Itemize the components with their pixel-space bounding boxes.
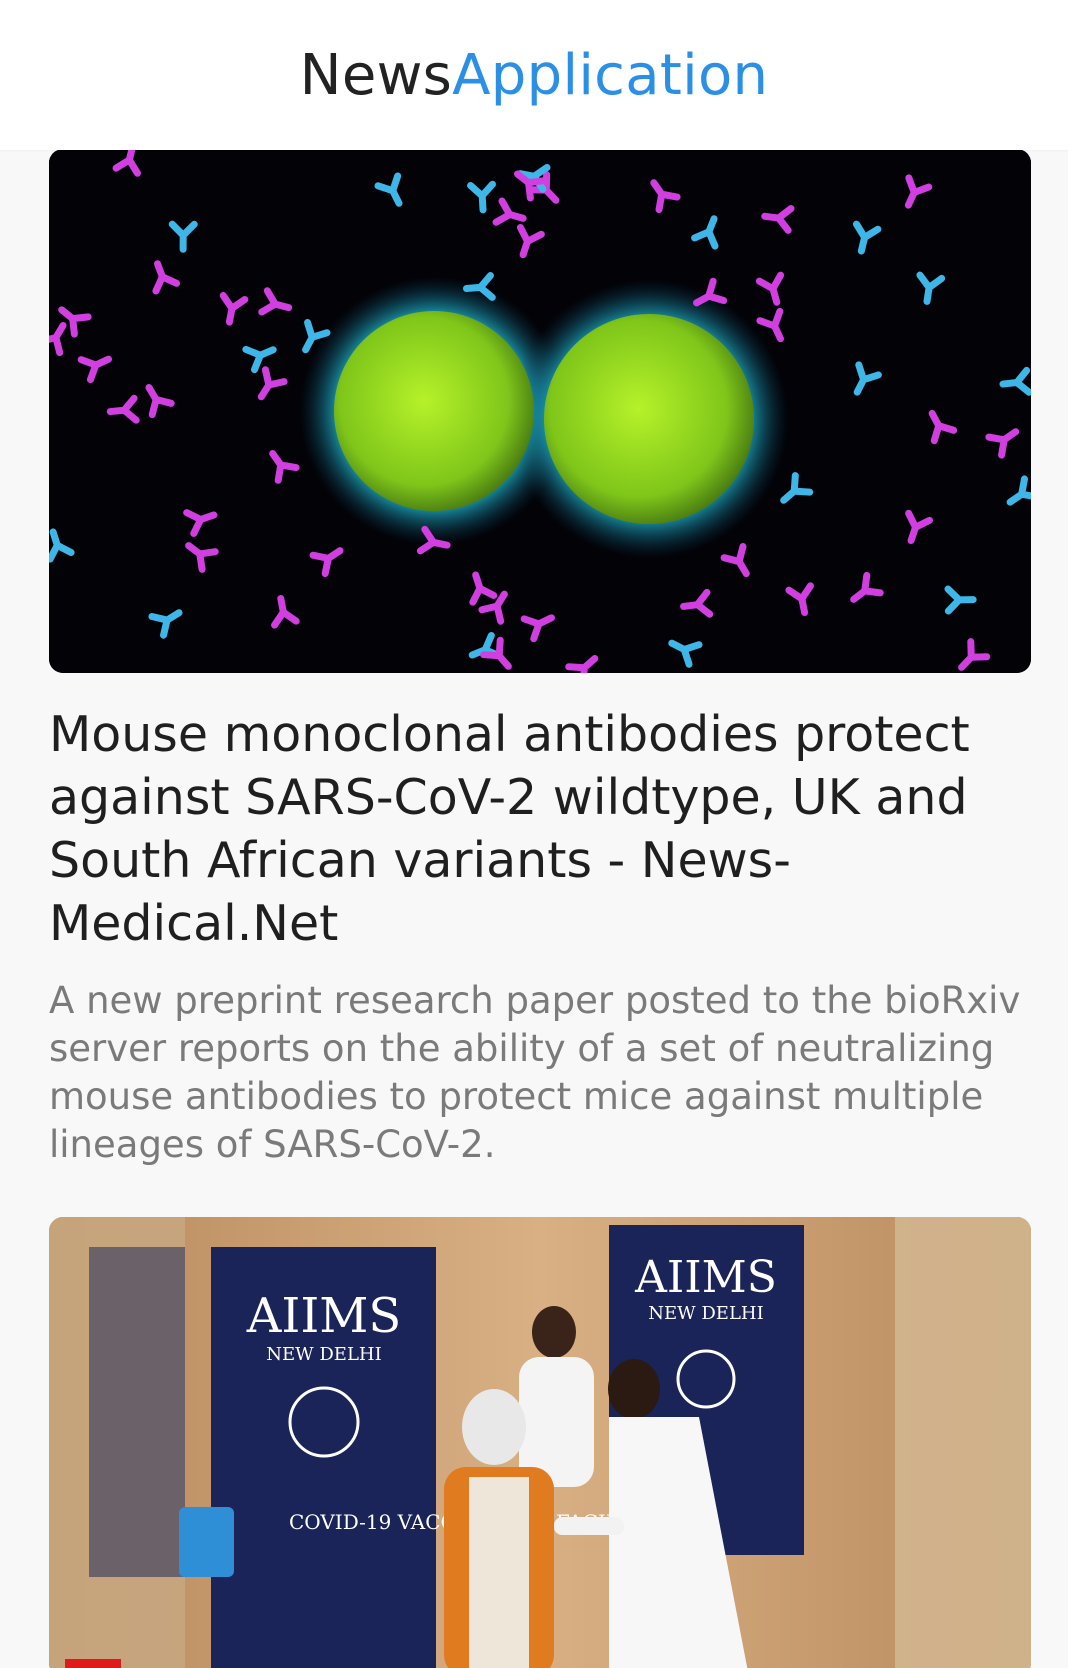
source-logo — [65, 1659, 121, 1668]
article-card[interactable]: AIIMS NEW DELHI COVID-19 VACCINATION FAC… — [49, 1217, 1031, 1668]
banner-left-sub: NEW DELHI — [266, 1344, 381, 1365]
banner-right-sub: NEW DELHI — [648, 1303, 763, 1324]
banner-right-title: AIIMS — [634, 1252, 777, 1303]
app-title-application: Application — [452, 42, 769, 108]
article-card[interactable]: Mouse monoclonal antibodies protect agai… — [49, 150, 1031, 1169]
article-title[interactable]: Mouse monoclonal antibodies protect agai… — [49, 703, 1031, 955]
article-image[interactable]: AIIMS NEW DELHI COVID-19 VACCINATION FAC… — [49, 1217, 1031, 1668]
app-bar: NewsApplication — [0, 0, 1068, 150]
banner-left-title: AIIMS — [246, 1288, 402, 1344]
virus-illustration — [49, 150, 1031, 673]
vaccination-photo: AIIMS NEW DELHI COVID-19 VACCINATION FAC… — [49, 1217, 1031, 1668]
news-feed[interactable]: Mouse monoclonal antibodies protect agai… — [0, 150, 1068, 1668]
app-title-news: News — [299, 42, 453, 108]
app-title: NewsApplication — [300, 43, 769, 108]
article-description: A new preprint research paper posted to … — [49, 979, 1021, 1166]
article-image[interactable] — [49, 150, 1031, 673]
